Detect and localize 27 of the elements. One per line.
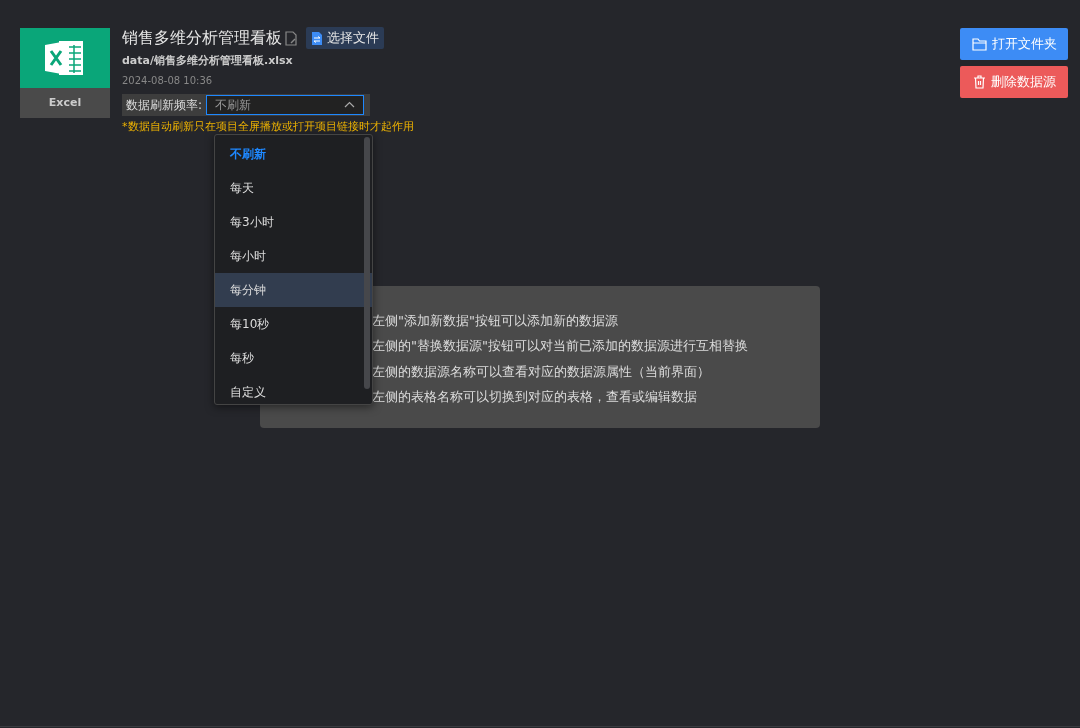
- dropdown-option[interactable]: 不刷新: [215, 137, 364, 171]
- dropdown-option[interactable]: 每小时: [215, 239, 364, 273]
- help-text: 左侧"添加新数据"按钮可以添加新的数据源: [372, 312, 619, 330]
- select-file-button[interactable]: 选择文件: [306, 27, 384, 49]
- dropdown-option[interactable]: 每天: [215, 171, 364, 205]
- file-path: data/销售多维分析管理看板.xlsx: [122, 53, 294, 69]
- edit-icon[interactable]: [285, 30, 297, 46]
- help-text: 左侧的"替换数据源"按钮可以对当前已添加的数据源进行互相替换: [372, 337, 749, 356]
- scrollbar[interactable]: [364, 137, 370, 389]
- modified-time: 2024-08-08 10:36: [122, 73, 214, 88]
- caret-icon: [344, 101, 356, 108]
- dropdown-option[interactable]: 每10秒: [215, 307, 364, 341]
- refresh-select[interactable]: 不刷新: [206, 94, 365, 115]
- folder-icon: [971, 37, 987, 51]
- dropdown-option[interactable]: 每分钟: [215, 273, 372, 307]
- dropdown-option[interactable]: 每3小时: [215, 205, 364, 239]
- file-type-label: Excel: [20, 88, 110, 118]
- dropdown-option[interactable]: 每秒: [215, 341, 364, 375]
- trash-icon: [972, 75, 986, 89]
- spreadsheet-icon: [45, 39, 85, 77]
- refresh-label: 数据刷新频率:: [126, 96, 203, 114]
- help-text: 左侧的表格名称可以切换到对应的表格，查看或编辑数据: [372, 387, 698, 406]
- file-swap-icon: [311, 30, 323, 46]
- help-text: 左侧的数据源名称可以查看对应的数据源属性（当前界面）: [372, 362, 711, 381]
- source-title: 销售多维分析管理看板: [122, 27, 282, 49]
- dropdown-option[interactable]: 自定义: [215, 375, 364, 404]
- refresh-note: *数据自动刷新只在项目全屏播放或打开项目链接时才起作用: [122, 118, 415, 135]
